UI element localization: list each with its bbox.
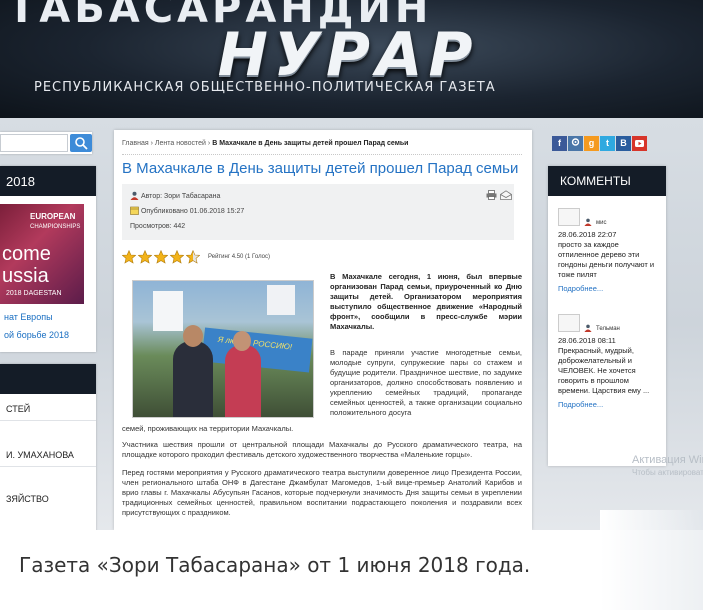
activation-title: Активация Windo — [632, 454, 703, 466]
comment-date: 28.06.2018 08:11 — [558, 336, 616, 345]
vk-icon[interactable]: B — [616, 136, 631, 151]
meta-published-row: Опубликовано 01.06.2018 15:27 — [130, 206, 244, 215]
search-icon — [75, 137, 88, 150]
activation-hint: Чтобы активировать W компьютера. — [632, 468, 703, 477]
menu-item-umakhanova[interactable]: И. УМАХАНОВА — [6, 450, 74, 460]
menu-divider — [0, 420, 96, 421]
comment-more-link[interactable]: Подробнее... — [558, 284, 658, 294]
breadcrumb-separator: › — [150, 140, 153, 147]
article-title[interactable]: В Махачкале в День защиты детей прошел П… — [122, 160, 518, 177]
article-paragraph: Перед гостями мероприятия у Русского дра… — [122, 468, 522, 517]
search-input[interactable] — [0, 134, 68, 152]
promo-img-title: EUROPEAN CHAMPIONSHIPS — [30, 212, 81, 230]
email-icon[interactable] — [500, 190, 512, 200]
search-form — [0, 132, 92, 154]
sidebar-menu: СТЕЙ И. УМАХАНОВА ЗЯЙСТВО — [0, 364, 96, 530]
star-icon[interactable] — [170, 250, 184, 264]
menu-divider — [0, 466, 96, 467]
ok-icon[interactable]: g — [584, 136, 599, 151]
photo-flag — [267, 285, 295, 315]
article-meta: Автор: Зори Табасарана Опубликовано 01.0… — [122, 184, 514, 240]
avatar — [558, 208, 580, 226]
search-button[interactable] — [70, 134, 92, 152]
star-icon[interactable] — [138, 250, 152, 264]
promo-widget: 2018 EUROPEAN CHAMPIONSHIPS come ussia 20… — [0, 166, 96, 352]
comments-widget: КОММЕНТЫ мис 28.06.2018 22:07 просто за … — [548, 166, 666, 466]
comment-author: мис — [596, 220, 607, 226]
meta-views: Просмотров: 442 — [130, 223, 186, 230]
menu-header — [0, 364, 96, 394]
breadcrumb: Главная › Лента новостей › В Махачкале в… — [122, 140, 408, 147]
comment-text: просто за каждое отпиленное дерево эти г… — [558, 240, 655, 279]
comment-more-link[interactable]: Подробнее... — [558, 400, 658, 410]
article-paragraph: Участника шествия прошли от центральной … — [122, 440, 522, 459]
image-caption: Газета «Зори Табасарана» от 1 июня 2018 … — [19, 553, 531, 577]
banner-subtitle: РЕСПУБЛИКАНСКАЯ ОБЩЕСТВЕННО-ПОЛИТИЧЕСКАЯ… — [34, 80, 496, 95]
comment-body: 28.06.2018 08:11 Прекрасный, мудрый, доб… — [558, 336, 658, 410]
promo-year-header: 2018 — [0, 166, 96, 196]
comment-date: 28.06.2018 22:07 — [558, 230, 617, 239]
promo-img-russia: ussia — [2, 265, 49, 287]
windows-activation-watermark: Активация Windo Чтобы активировать W ком… — [632, 454, 703, 478]
breadcrumb-separator: › — [207, 140, 211, 147]
comment-body: 28.06.2018 22:07 просто за каждое отпиле… — [558, 230, 658, 294]
left-sidebar: 2018 EUROPEAN CHAMPIONSHIPS come ussia 20… — [0, 118, 100, 530]
menu-item-economy[interactable]: ЗЯЙСТВО — [6, 494, 49, 504]
youtube-icon[interactable] — [632, 136, 647, 151]
photo-person-head — [183, 325, 203, 347]
meta-author-row: Автор: Зори Табасарана — [130, 191, 220, 200]
title-divider — [122, 154, 522, 155]
article-photo[interactable]: Я люблю РОССИЮ! — [132, 280, 314, 418]
championship-banner-image[interactable]: EUROPEAN CHAMPIONSHIPS come ussia 2018 DA… — [0, 204, 84, 304]
promo-img-come: come — [2, 243, 51, 265]
avatar — [558, 314, 580, 332]
breadcrumb-news[interactable]: Лента новостей — [155, 140, 206, 147]
photo-person — [173, 341, 213, 417]
site-banner[interactable]: ТАБАСАРАНДИН НУРАР РЕСПУБЛИКАНСКАЯ ОБЩЕС… — [0, 0, 703, 118]
meta-author: Автор: Зори Табасарана — [140, 193, 221, 200]
promo-link-europe[interactable]: нат Европы — [4, 312, 53, 322]
background-fade — [600, 510, 703, 610]
facebook-icon[interactable]: f — [552, 136, 567, 151]
article-paragraph-tail: семей, проживающих на территории Махачка… — [122, 424, 294, 433]
odnoklassniki-icon[interactable] — [568, 136, 583, 151]
article-paragraph: В параде приняли участие многодетные сем… — [330, 348, 522, 417]
comment-text: Прекрасный, мудрый, доброжелательный и Ч… — [558, 346, 650, 395]
rating-summary: Рейтинг 4.50 (1 Голос) — [208, 254, 270, 260]
star-icon[interactable] — [186, 250, 200, 264]
breadcrumb-home[interactable]: Главная — [122, 140, 149, 147]
promo-link-wrestling[interactable]: ой борьбе 2018 — [4, 330, 69, 340]
comments-heading: КОММЕНТЫ — [548, 166, 666, 196]
screenshot-frame: ТАБАСАРАНДИН НУРАР РЕСПУБЛИКАНСКАЯ ОБЩЕС… — [0, 0, 703, 530]
print-icon[interactable] — [486, 190, 497, 200]
calendar-icon — [130, 206, 139, 215]
breadcrumb-current: В Махачкале в День защиты детей прошел П… — [212, 140, 409, 147]
photo-flag — [153, 291, 183, 331]
star-icon[interactable] — [154, 250, 168, 264]
user-icon — [584, 324, 592, 332]
promo-img-dagestan: 2018 DAGESTAN — [6, 290, 62, 297]
article-lead: В Махачкале сегодня, 1 июня, был впервые… — [330, 272, 522, 331]
photo-person-head — [233, 331, 251, 351]
user-icon — [584, 218, 592, 226]
meta-published: Опубликовано 01.06.2018 15:27 — [140, 208, 245, 215]
comment-author: Тельман — [596, 326, 620, 332]
twitter-icon[interactable]: t — [600, 136, 615, 151]
article-panel: Главная › Лента новостей › В Махачкале в… — [114, 130, 532, 530]
menu-item-news[interactable]: СТЕЙ — [6, 404, 30, 414]
user-icon — [130, 191, 139, 200]
star-icon[interactable] — [122, 250, 136, 264]
photo-person — [225, 345, 261, 417]
